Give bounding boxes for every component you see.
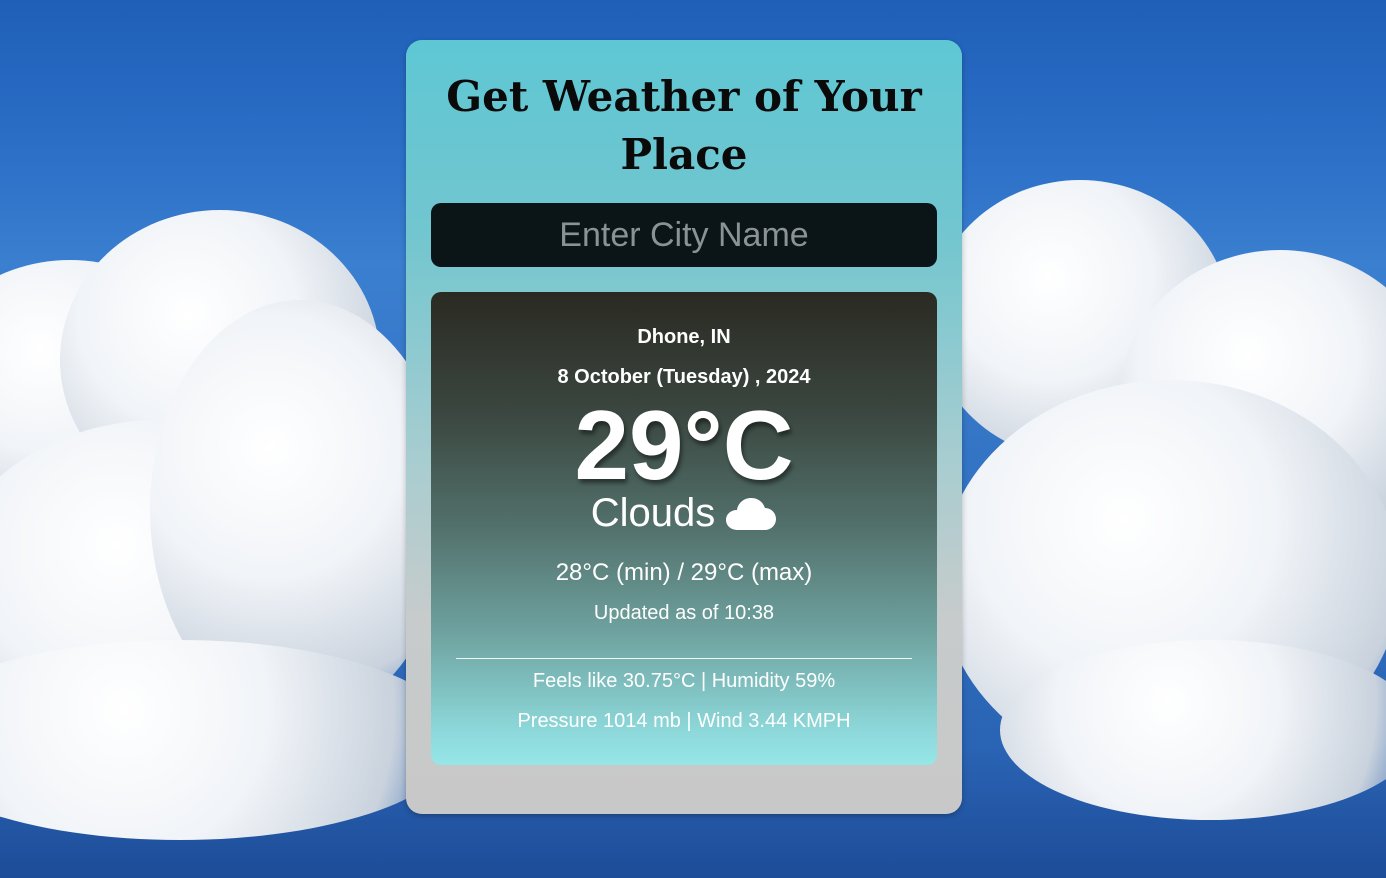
condition-label: Clouds: [590, 491, 716, 535]
temperature-value: 29°C: [574, 390, 794, 500]
city-search-input[interactable]: [431, 203, 937, 267]
cloud-icon: [725, 494, 777, 532]
weather-app-card: Get Weather of Your Place Dhone, IN 8 Oc…: [406, 40, 962, 814]
min-max-temperature: 28°C (min) / 29°C (max): [555, 559, 813, 586]
location-label: Dhone, IN: [637, 326, 731, 348]
pressure-wind-label: Pressure 1014 mb | Wind 3.44 KMPH: [517, 710, 851, 732]
background-cloud: [1000, 640, 1386, 820]
updated-time: Updated as of 10:38: [593, 602, 775, 624]
feels-humidity-label: Feels like 30.75°C | Humidity 59%: [532, 670, 836, 692]
condition-row: Clouds: [431, 488, 937, 538]
weather-result-panel: Dhone, IN 8 October (Tuesday) , 2024 29°…: [431, 292, 937, 765]
divider: [456, 658, 912, 659]
page-title: Get Weather of Your Place: [446, 72, 922, 179]
date-label: 8 October (Tuesday) , 2024: [557, 366, 811, 388]
